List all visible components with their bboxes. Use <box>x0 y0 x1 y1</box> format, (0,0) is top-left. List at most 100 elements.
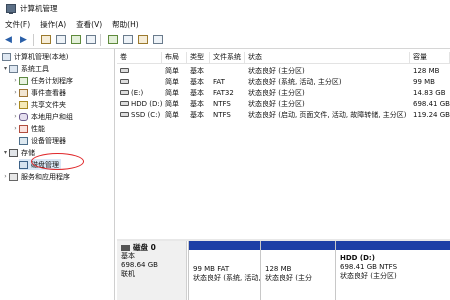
menu-help[interactable]: 帮助(H) <box>107 19 144 30</box>
partition-block[interactable]: HDD (D:) 698.41 GB NTFS 状态良好 (主分区) <box>335 241 450 300</box>
cell-status: 状态良好 (系统, 活动, 主分区) <box>248 77 342 86</box>
cell-capacity: 14.83 GB <box>413 88 446 97</box>
search-icon[interactable] <box>136 33 149 46</box>
chevron-right-icon[interactable]: › <box>12 125 19 132</box>
title-bar: 计算机管理 <box>0 0 450 17</box>
cell-status: 状态良好 (主分区) <box>248 66 305 75</box>
cell-capacity: 99 MB <box>413 77 435 86</box>
chevron-down-icon[interactable]: ▾ <box>2 149 9 156</box>
chevron-right-icon[interactable]: › <box>12 101 19 108</box>
table-row[interactable]: (E:) 简单 基本 FAT32 状态良好 (主分区) 14.83 GB <box>117 87 450 98</box>
partition-bar <box>189 241 260 250</box>
chevron-right-icon[interactable]: › <box>12 113 19 120</box>
cell-status: 状态良好 (主分区) <box>248 99 305 108</box>
tree-label: 性能 <box>31 124 45 133</box>
partition-status: 状态良好 (主分 <box>265 274 312 282</box>
help-icon[interactable] <box>69 33 82 46</box>
tree-task-scheduler[interactable]: › 任务计划程序 <box>12 75 73 86</box>
tree-root[interactable]: 计算机管理(本地) <box>2 51 68 62</box>
cell-layout: 简单 <box>165 66 179 75</box>
tree-shared-folders[interactable]: › 共享文件夹 <box>12 99 66 110</box>
tree-label: 计算机管理(本地) <box>14 52 69 61</box>
drive-icon <box>120 112 129 117</box>
toolbar: ◀ ▶ <box>0 31 450 49</box>
tree-device-manager[interactable]: 设备管理器 <box>19 135 66 146</box>
partition-block[interactable]: 128 MB 状态良好 (主分 <box>260 241 335 300</box>
shared-folder-icon <box>19 100 28 109</box>
drive-icon <box>120 101 129 106</box>
table-row[interactable]: SSD (C:) 简单 基本 NTFS 状态良好 (启动, 页面文件, 活动, … <box>117 109 450 120</box>
volume-list: 卷 布局 类型 文件系统 状态 容量 简单 基本 状态良好 (主分区) 128 … <box>117 49 450 239</box>
disk-name: 磁盘 0 <box>133 243 156 252</box>
disk-management-icon <box>19 160 28 169</box>
toolbar-separator <box>100 33 101 46</box>
export-icon[interactable] <box>121 33 134 46</box>
chevron-right-icon[interactable]: › <box>12 89 19 96</box>
partition-size: 99 MB FAT <box>193 265 230 273</box>
column-header-filesystem[interactable]: 文件系统 <box>210 52 245 63</box>
tree-storage[interactable]: ▾ 存储 <box>2 147 35 158</box>
tree-system-tools[interactable]: ▾ 系统工具 <box>2 63 49 74</box>
chevron-down-icon[interactable]: ▾ <box>2 65 9 72</box>
forward-arrow-icon[interactable]: ▶ <box>17 33 30 46</box>
menu-action[interactable]: 操作(A) <box>35 19 71 30</box>
users-icon <box>19 112 28 121</box>
table-row[interactable]: 简单 基本 FAT 状态良好 (系统, 活动, 主分区) 99 MB <box>117 76 450 87</box>
tree-local-users[interactable]: › 本地用户和组 <box>12 111 73 122</box>
partition-status: 状态良好 (主分区) <box>340 272 397 280</box>
cell-type: 基本 <box>190 110 204 119</box>
highlight-circle <box>31 153 84 170</box>
menu-bar: 文件(F) 操作(A) 查看(V) 帮助(H) <box>0 17 450 31</box>
disk-icon <box>121 244 130 251</box>
drive-icon <box>120 79 129 84</box>
tree-performance[interactable]: › 性能 <box>12 123 45 134</box>
menu-file[interactable]: 文件(F) <box>0 19 35 30</box>
column-header-status[interactable]: 状态 <box>245 52 410 63</box>
cell-type: 基本 <box>190 66 204 75</box>
chevron-right-icon[interactable]: › <box>2 173 9 180</box>
cell-filesystem: FAT <box>213 77 225 86</box>
column-header-capacity[interactable]: 容量 <box>410 52 450 63</box>
menu-view[interactable]: 查看(V) <box>71 19 107 30</box>
tree-label: 共享文件夹 <box>31 100 66 109</box>
partition-size: 128 MB <box>265 265 292 273</box>
column-header-volume[interactable]: 卷 <box>117 52 162 63</box>
drive-icon <box>120 90 129 95</box>
disk-view-icon[interactable] <box>151 33 164 46</box>
table-row[interactable]: HDD (D:) 简单 基本 NTFS 状态良好 (主分区) 698.41 GB <box>117 98 450 109</box>
toolbar-separator <box>33 33 34 46</box>
disk-0-info[interactable]: 磁盘 0 基本 698.64 GB 联机 <box>117 241 187 300</box>
event-viewer-icon <box>19 88 28 97</box>
disk-size: 698.64 GB <box>121 261 158 269</box>
disk-type: 基本 <box>121 252 135 260</box>
tree-label: 任务计划程序 <box>31 76 73 85</box>
cell-type: 基本 <box>190 88 204 97</box>
cell-layout: 简单 <box>165 110 179 119</box>
tree-event-viewer[interactable]: › 事件查看器 <box>12 87 66 98</box>
task-scheduler-icon <box>19 76 28 85</box>
column-header-layout[interactable]: 布局 <box>162 52 187 63</box>
back-arrow-icon[interactable]: ◀ <box>2 33 15 46</box>
cell-type: 基本 <box>190 99 204 108</box>
show-hide-tree-icon[interactable] <box>54 33 67 46</box>
partition-size: 698.41 GB NTFS <box>340 263 398 271</box>
partition-status: 状态良好 (系统, 活动, 主 <box>193 274 260 282</box>
column-header-type[interactable]: 类型 <box>187 52 210 63</box>
cell-layout: 简单 <box>165 88 179 97</box>
performance-icon <box>19 124 28 133</box>
cell-filesystem: FAT32 <box>213 88 234 97</box>
tree-services-apps[interactable]: › 服务和应用程序 <box>2 171 70 182</box>
computer-management-icon <box>6 4 16 14</box>
up-folder-icon[interactable] <box>39 33 52 46</box>
connect-icon[interactable] <box>106 33 119 46</box>
properties-icon[interactable] <box>84 33 97 46</box>
cell-volume: HDD (D:) <box>131 99 162 108</box>
volume-list-header: 卷 布局 类型 文件系统 状态 容量 <box>117 52 450 64</box>
drive-icon <box>120 68 129 73</box>
partition-block[interactable]: 99 MB FAT 状态良好 (系统, 活动, 主 <box>188 241 260 300</box>
table-row[interactable]: 简单 基本 状态良好 (主分区) 128 MB <box>117 65 450 76</box>
window-title: 计算机管理 <box>20 4 58 13</box>
chevron-right-icon[interactable]: › <box>12 77 19 84</box>
partition-bar <box>261 241 335 250</box>
cell-capacity: 128 MB <box>413 66 440 75</box>
